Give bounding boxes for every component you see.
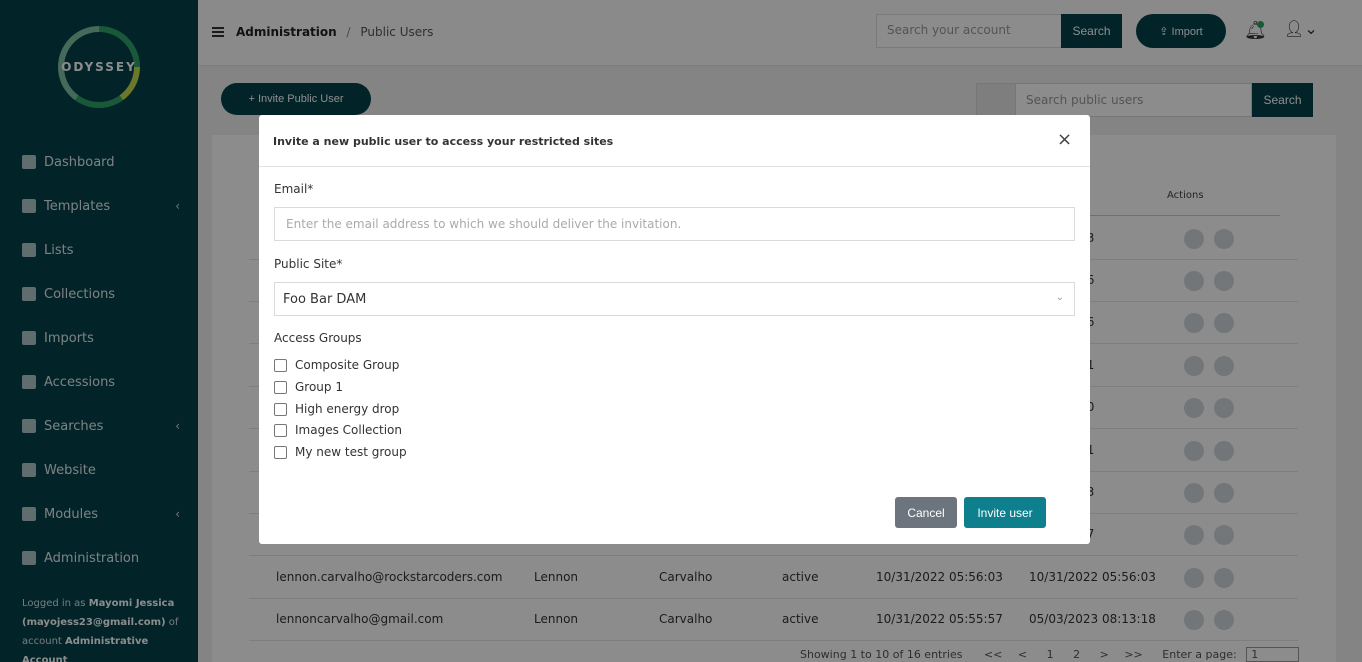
- checkbox[interactable]: [274, 358, 287, 372]
- access-groups-label: Access Groups: [274, 331, 362, 345]
- checkbox[interactable]: [274, 402, 287, 416]
- email-label: Email*: [274, 182, 314, 196]
- group-checkbox-images-collection[interactable]: Images Collection: [274, 423, 402, 437]
- public-site-value: Foo Bar DAM: [283, 292, 367, 307]
- close-icon[interactable]: ×: [1057, 129, 1072, 150]
- group-checkbox-composite[interactable]: Composite Group: [274, 358, 399, 372]
- checkbox[interactable]: [274, 380, 287, 394]
- public-site-label: Public Site*: [274, 257, 343, 271]
- chevron-down-icon: ⌄: [1055, 292, 1064, 303]
- group-checkbox-my-new-test-group[interactable]: My new test group: [274, 445, 407, 459]
- email-field[interactable]: Enter the email address to which we shou…: [274, 207, 1075, 241]
- cancel-button[interactable]: Cancel: [895, 497, 957, 528]
- invite-user-modal: Invite a new public user to access your …: [259, 115, 1090, 544]
- invite-user-button[interactable]: Invite user: [964, 497, 1046, 528]
- modal-header: Invite a new public user to access your …: [259, 115, 1090, 167]
- checkbox[interactable]: [274, 445, 287, 459]
- group-checkbox-high-energy-drop[interactable]: High energy drop: [274, 402, 399, 416]
- public-site-select[interactable]: Foo Bar DAM ⌄: [274, 282, 1075, 316]
- checkbox[interactable]: [274, 423, 287, 437]
- group-checkbox-group-1[interactable]: Group 1: [274, 380, 343, 394]
- modal-title: Invite a new public user to access your …: [273, 135, 614, 148]
